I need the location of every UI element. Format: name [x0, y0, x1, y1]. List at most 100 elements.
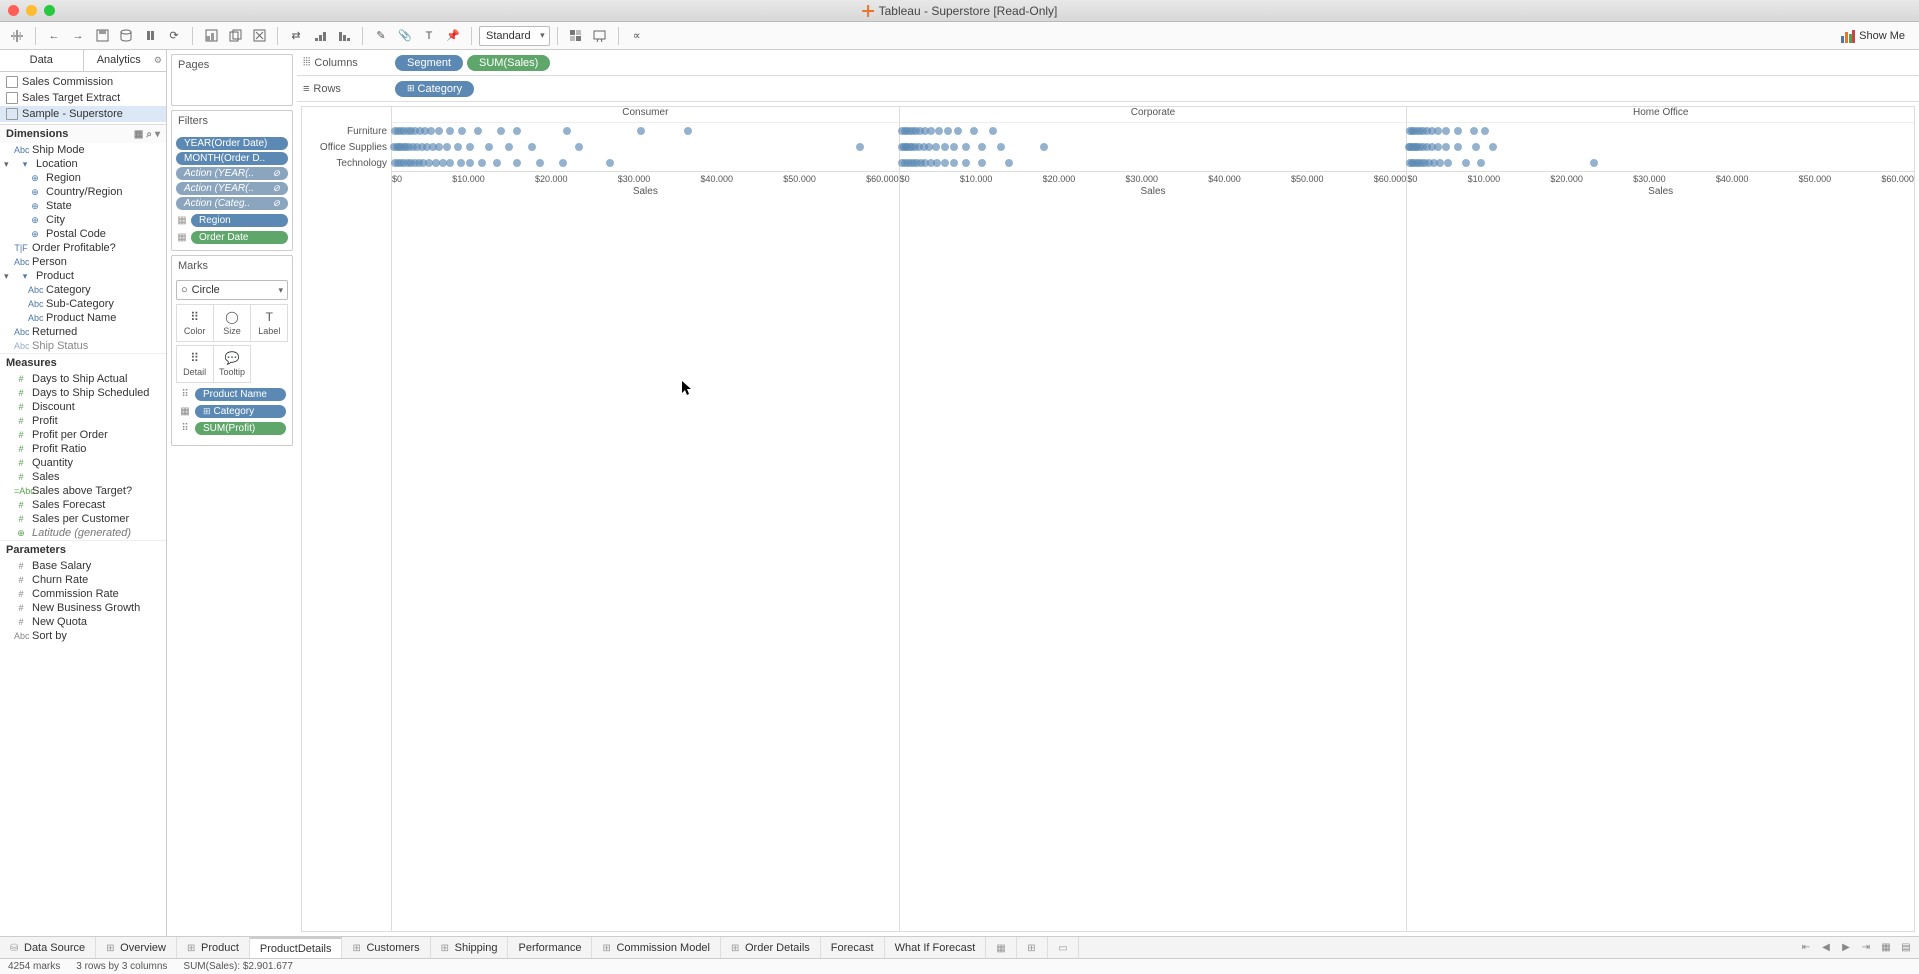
mark-pill[interactable]: SUM(Profit)	[195, 422, 286, 435]
field-scroll[interactable]: AbcShip Mode▾▾Location⊕Region⊕Country/Re…	[0, 143, 166, 936]
filter-pill[interactable]: Region	[191, 214, 288, 227]
field-row[interactable]: #Days to Ship Scheduled	[0, 386, 166, 400]
data-point[interactable]	[1442, 127, 1450, 135]
data-point[interactable]	[466, 159, 474, 167]
data-point[interactable]	[528, 143, 536, 151]
sheet-tab[interactable]: ⊞Commission Model	[592, 937, 721, 959]
sheet-tab[interactable]: ⊞Order Details	[721, 937, 821, 959]
sheet-tab[interactable]: ⊞Customers	[342, 937, 430, 959]
field-row[interactable]: ▾▾Location	[0, 157, 166, 171]
mark-tooltip[interactable]: 💬Tooltip	[213, 345, 251, 383]
sheet-tab[interactable]: ⊞Product	[177, 937, 250, 959]
field-row[interactable]: AbcSub-Category	[0, 297, 166, 311]
row-label[interactable]: Furniture	[302, 123, 391, 139]
mark-encoding-icon[interactable]: ▦	[178, 405, 192, 419]
first-sheet-icon[interactable]: ⇤	[1797, 939, 1815, 957]
sheet-tab[interactable]: ⛁Data Source	[0, 937, 96, 959]
field-row[interactable]: #Sales Forecast	[0, 498, 166, 512]
undo-icon[interactable]: ←	[43, 25, 65, 47]
data-point[interactable]	[1489, 143, 1497, 151]
sheet-tab[interactable]: Forecast	[821, 937, 885, 959]
mark-label[interactable]: TLabel	[250, 304, 288, 342]
analytics-gear-icon[interactable]: ⚙	[154, 50, 162, 71]
field-row[interactable]: #Sales	[0, 470, 166, 484]
data-point[interactable]	[1472, 143, 1480, 151]
maximize-window-icon[interactable]	[44, 5, 55, 16]
datasource-item[interactable]: Sales Commission	[0, 74, 166, 90]
swap-icon[interactable]: ⇄	[285, 25, 307, 47]
field-row[interactable]: AbcProduct Name	[0, 311, 166, 325]
new-worksheet-icon[interactable]	[200, 25, 222, 47]
mark-pill[interactable]: ⊞Category	[195, 405, 286, 418]
data-point[interactable]	[962, 159, 970, 167]
data-point[interactable]	[446, 159, 454, 167]
group-icon[interactable]: 📎	[394, 25, 416, 47]
data-point[interactable]	[978, 143, 986, 151]
prev-sheet-icon[interactable]: ◀	[1817, 939, 1835, 957]
data-point[interactable]	[637, 127, 645, 135]
field-row[interactable]: ⊕City	[0, 213, 166, 227]
rows-shelf[interactable]: ≡Rows ⊞ Category	[297, 76, 1919, 102]
data-point[interactable]	[856, 143, 864, 151]
data-point[interactable]	[1477, 159, 1485, 167]
row-pill[interactable]: ⊞ Category	[395, 81, 474, 97]
field-row[interactable]: #Days to Ship Actual	[0, 372, 166, 386]
field-row[interactable]: #New Business Growth	[0, 601, 166, 615]
fit-select[interactable]: Standard	[479, 26, 550, 46]
data-point[interactable]	[970, 127, 978, 135]
save-icon[interactable]	[91, 25, 113, 47]
data-point[interactable]	[559, 159, 567, 167]
close-window-icon[interactable]	[8, 5, 19, 16]
data-point[interactable]	[1481, 127, 1489, 135]
duplicate-icon[interactable]	[224, 25, 246, 47]
data-point[interactable]	[684, 127, 692, 135]
field-row[interactable]: #Sales per Customer	[0, 512, 166, 526]
show-me-button[interactable]: Show Me	[1833, 29, 1913, 43]
sheet-tab[interactable]: ProductDetails	[250, 937, 343, 959]
data-point[interactable]	[505, 143, 513, 151]
data-point[interactable]	[927, 127, 935, 135]
tableau-home-icon[interactable]	[6, 25, 28, 47]
last-sheet-icon[interactable]: ⇥	[1857, 939, 1875, 957]
field-row[interactable]: #Quantity	[0, 456, 166, 470]
column-pill[interactable]: Segment	[395, 55, 463, 71]
sheet-tab[interactable]: Performance	[508, 937, 592, 959]
data-point[interactable]	[1454, 143, 1462, 151]
field-row[interactable]: ▾▾Product	[0, 269, 166, 283]
refresh-icon[interactable]: ⟳	[163, 25, 185, 47]
sort-desc-icon[interactable]	[333, 25, 355, 47]
data-point[interactable]	[933, 159, 941, 167]
data-point[interactable]	[950, 159, 958, 167]
data-point[interactable]	[1434, 127, 1442, 135]
pane-title[interactable]: Consumer	[392, 107, 899, 123]
data-point[interactable]	[474, 127, 482, 135]
field-row[interactable]: ⊕Postal Code	[0, 227, 166, 241]
folder-caret-icon[interactable]: ▾	[4, 159, 14, 170]
new-dashboard-button[interactable]: ⊞	[1017, 937, 1048, 959]
data-point[interactable]	[454, 143, 462, 151]
mark-color[interactable]: ⠿Color	[176, 304, 214, 342]
field-row[interactable]: ⊕State	[0, 199, 166, 213]
data-point[interactable]	[563, 127, 571, 135]
field-row[interactable]: #Base Salary	[0, 559, 166, 573]
sheet-tab[interactable]: What If Forecast	[885, 937, 987, 959]
clear-icon[interactable]	[248, 25, 270, 47]
data-point[interactable]	[944, 127, 952, 135]
sort-asc-icon[interactable]	[309, 25, 331, 47]
new-sheet-button[interactable]: ▦	[986, 937, 1017, 959]
column-pill[interactable]: SUM(Sales)	[467, 55, 550, 71]
tabs-view-icon[interactable]: ▦	[1877, 939, 1895, 957]
field-row[interactable]: AbcPerson	[0, 255, 166, 269]
field-row[interactable]: AbcShip Mode	[0, 143, 166, 157]
presentation-icon[interactable]	[589, 25, 611, 47]
folder-caret-icon[interactable]: ▾	[4, 271, 14, 282]
field-row[interactable]: AbcSort by	[0, 629, 166, 643]
field-row[interactable]: ⊕Country/Region	[0, 185, 166, 199]
data-point[interactable]	[485, 143, 493, 151]
data-point[interactable]	[1436, 159, 1444, 167]
filter-pill[interactable]: Action (YEAR(..⊘	[176, 167, 288, 180]
data-point[interactable]	[493, 159, 501, 167]
field-row[interactable]: T|FOrder Profitable?	[0, 241, 166, 255]
view-as-icon[interactable]: ▦	[134, 129, 143, 140]
data-point[interactable]	[513, 127, 521, 135]
